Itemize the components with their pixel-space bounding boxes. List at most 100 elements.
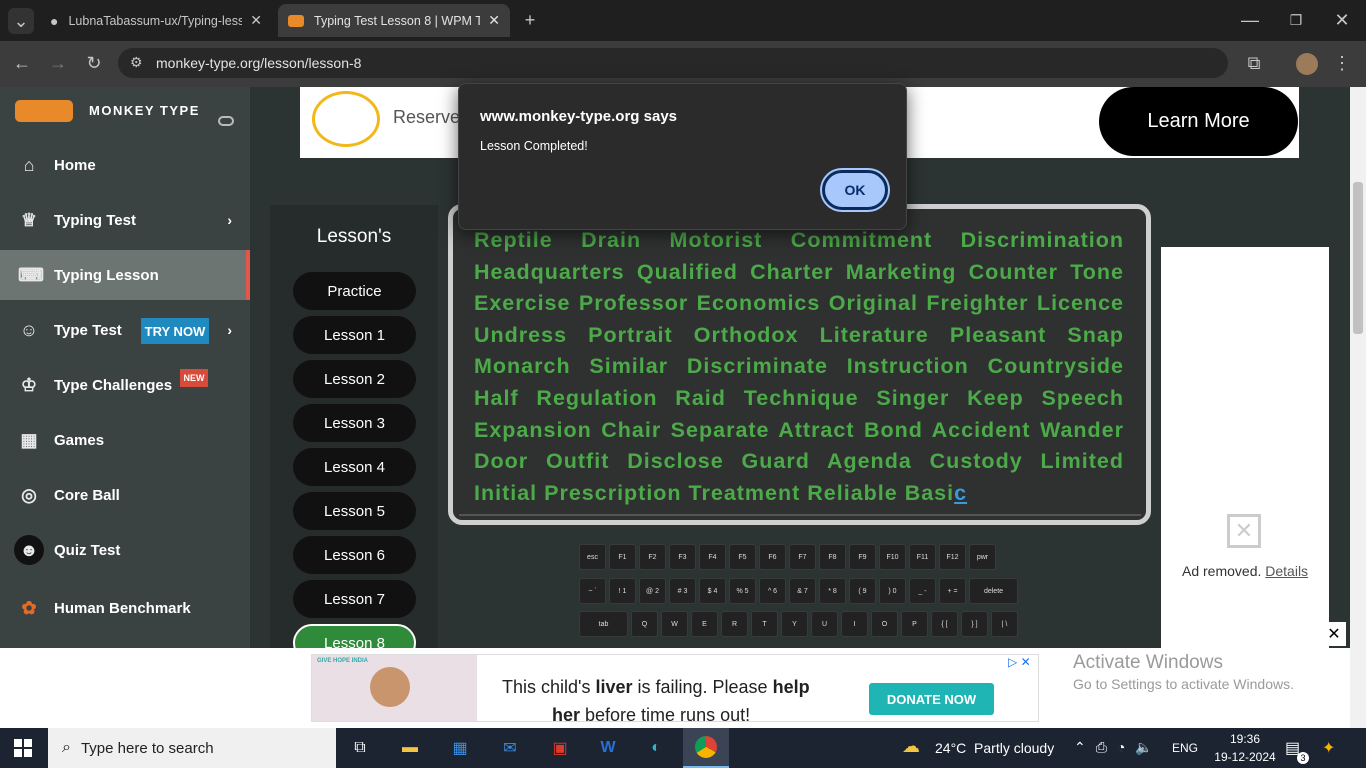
word-icon[interactable]: W	[593, 733, 623, 763]
donate-now-button[interactable]: DONATE NOW	[869, 683, 994, 715]
key-F5[interactable]: F5	[729, 544, 756, 570]
mail-icon[interactable]: ✉	[495, 733, 525, 763]
key-U[interactable]: U	[811, 611, 838, 637]
key-F6[interactable]: F6	[759, 544, 786, 570]
key-O[interactable]: O	[871, 611, 898, 637]
sidebar-item-human-benchmark[interactable]: ✿ Human Benchmark	[0, 583, 250, 633]
key-esc[interactable]: esc	[579, 544, 606, 570]
lesson-7-button[interactable]: Lesson 7	[293, 580, 416, 618]
clock-time[interactable]: 19:36	[1215, 732, 1275, 746]
key-8[interactable]: * 8	[819, 578, 846, 604]
close-tab-icon[interactable]: ✕	[250, 12, 262, 29]
adchoices-icon[interactable]: ▷ ✕	[1008, 655, 1031, 669]
theme-toggle-icon[interactable]	[218, 116, 234, 126]
key-6[interactable]: ^ 6	[759, 578, 786, 604]
pdf-icon[interactable]: ▣	[545, 733, 575, 763]
close-tab-icon[interactable]: ✕	[488, 12, 500, 29]
sidebar-item-typing-test[interactable]: ♕ Typing Test ›	[0, 195, 250, 245]
key-tab[interactable]: tab	[579, 611, 628, 637]
scrollbar-thumb[interactable]	[1353, 182, 1363, 334]
scrollbar[interactable]	[1350, 87, 1366, 728]
tab-github[interactable]: ● LubnaTabassum-ux/Typing-less ✕	[40, 4, 272, 37]
site-info-icon[interactable]: ⚙	[130, 54, 143, 71]
learn-more-button[interactable]: Learn More	[1099, 87, 1298, 156]
sidebar-item-games[interactable]: ▦ Games	[0, 415, 250, 465]
key-F1[interactable]: F1	[609, 544, 636, 570]
address-bar[interactable]: ⚙ monkey-type.org/lesson/lesson-8	[118, 48, 1228, 78]
key-[interactable]: _ -	[909, 578, 936, 604]
taskbar-search-box[interactable]: ⌕ Type here to search	[48, 728, 336, 768]
key-P[interactable]: P	[901, 611, 928, 637]
lesson-2-button[interactable]: Lesson 2	[293, 360, 416, 398]
key-F10[interactable]: F10	[879, 544, 906, 570]
sidebar-item-quiz-test[interactable]: ☻ Quiz Test	[0, 525, 250, 575]
key-E[interactable]: E	[691, 611, 718, 637]
close-window-icon[interactable]: ✕	[1330, 8, 1354, 32]
tab-search-chevron-icon[interactable]: ⌄	[8, 8, 34, 34]
key-7[interactable]: & 7	[789, 578, 816, 604]
key-0[interactable]: ) 0	[879, 578, 906, 604]
lesson-6-button[interactable]: Lesson 6	[293, 536, 416, 574]
key-1[interactable]: ! 1	[609, 578, 636, 604]
key-F9[interactable]: F9	[849, 544, 876, 570]
key-F7[interactable]: F7	[789, 544, 816, 570]
key-3[interactable]: # 3	[669, 578, 696, 604]
lesson-4-button[interactable]: Lesson 4	[293, 448, 416, 486]
key-2[interactable]: @ 2	[639, 578, 666, 604]
key-I[interactable]: I	[841, 611, 868, 637]
tab-typing-test[interactable]: Typing Test Lesson 8 | WPM Tes ✕	[278, 4, 510, 37]
lesson-1-button[interactable]: Lesson 1	[293, 316, 416, 354]
key-delete[interactable]: delete	[969, 578, 1018, 604]
details-link[interactable]: Details	[1265, 563, 1308, 579]
key-R[interactable]: R	[721, 611, 748, 637]
key-4[interactable]: $ 4	[699, 578, 726, 604]
key-[interactable]: { [	[931, 611, 958, 637]
lesson-3-button[interactable]: Lesson 3	[293, 404, 416, 442]
chrome-icon[interactable]	[683, 728, 729, 768]
key-F2[interactable]: F2	[639, 544, 666, 570]
restore-icon[interactable]: ❐	[1284, 8, 1308, 32]
close-ad-icon[interactable]: ✕	[1322, 622, 1346, 646]
key-F12[interactable]: F12	[939, 544, 966, 570]
file-explorer-icon[interactable]: ▬	[395, 733, 425, 763]
sidebar-item-type-test[interactable]: ☺ Type Test TRY NOW ›	[0, 305, 250, 355]
key-Y[interactable]: Y	[781, 611, 808, 637]
task-view-icon[interactable]: ⧉	[345, 733, 375, 763]
menu-icon[interactable]: ⋮	[1330, 51, 1354, 75]
key-pwr[interactable]: pwr	[969, 544, 996, 570]
key-5[interactable]: % 5	[729, 578, 756, 604]
sidebar-item-typing-lesson[interactable]: ⌨ Typing Lesson	[0, 250, 250, 300]
sidebar-item-home[interactable]: ⌂ Home	[0, 140, 250, 190]
key-[interactable]: } ]	[961, 611, 988, 637]
donation-ad[interactable]: GIVE HOPE INDIA This child's liver is fa…	[311, 654, 1039, 722]
clock-date[interactable]: 19-12-2024	[1205, 750, 1285, 764]
typing-area[interactable]: Reptile Drain Motorist Commitment Discri…	[448, 204, 1151, 525]
key-F8[interactable]: F8	[819, 544, 846, 570]
sidebar-item-type-challenges[interactable]: ♔ Type Challenges NEW	[0, 360, 250, 410]
key-9[interactable]: ( 9	[849, 578, 876, 604]
extensions-icon[interactable]: ⧉	[1242, 51, 1266, 75]
minimize-icon[interactable]: —	[1238, 8, 1262, 32]
lesson-5-button[interactable]: Lesson 5	[293, 492, 416, 530]
profile-avatar[interactable]	[1296, 53, 1318, 75]
sidebar-item-core-ball[interactable]: ◎ Core Ball	[0, 470, 250, 520]
key-T[interactable]: T	[751, 611, 778, 637]
weather-icon[interactable]: ☁	[902, 736, 920, 757]
key-[interactable]: ~ `	[579, 578, 606, 604]
key-F3[interactable]: F3	[669, 544, 696, 570]
new-tab-icon[interactable]: +	[518, 8, 542, 32]
key-[interactable]: | \	[991, 611, 1018, 637]
forward-icon[interactable]: →	[46, 51, 70, 75]
key-F4[interactable]: F4	[699, 544, 726, 570]
store-icon[interactable]: ▦	[445, 733, 475, 763]
monkey-logo-icon[interactable]	[15, 100, 73, 122]
key-Q[interactable]: Q	[631, 611, 658, 637]
system-tray-icons[interactable]: ⌃⎙◔🔈	[1074, 739, 1163, 756]
windows-start-icon[interactable]	[14, 739, 32, 757]
edge-icon[interactable]: ◐	[641, 733, 671, 763]
lesson-practice-button[interactable]: Practice	[293, 272, 416, 310]
language-indicator[interactable]: ENG	[1172, 741, 1198, 755]
reload-icon[interactable]: ↻	[82, 51, 106, 75]
weather-text[interactable]: 24°C Partly cloudy	[935, 740, 1054, 756]
copilot-icon[interactable]: ✦	[1322, 738, 1335, 758]
